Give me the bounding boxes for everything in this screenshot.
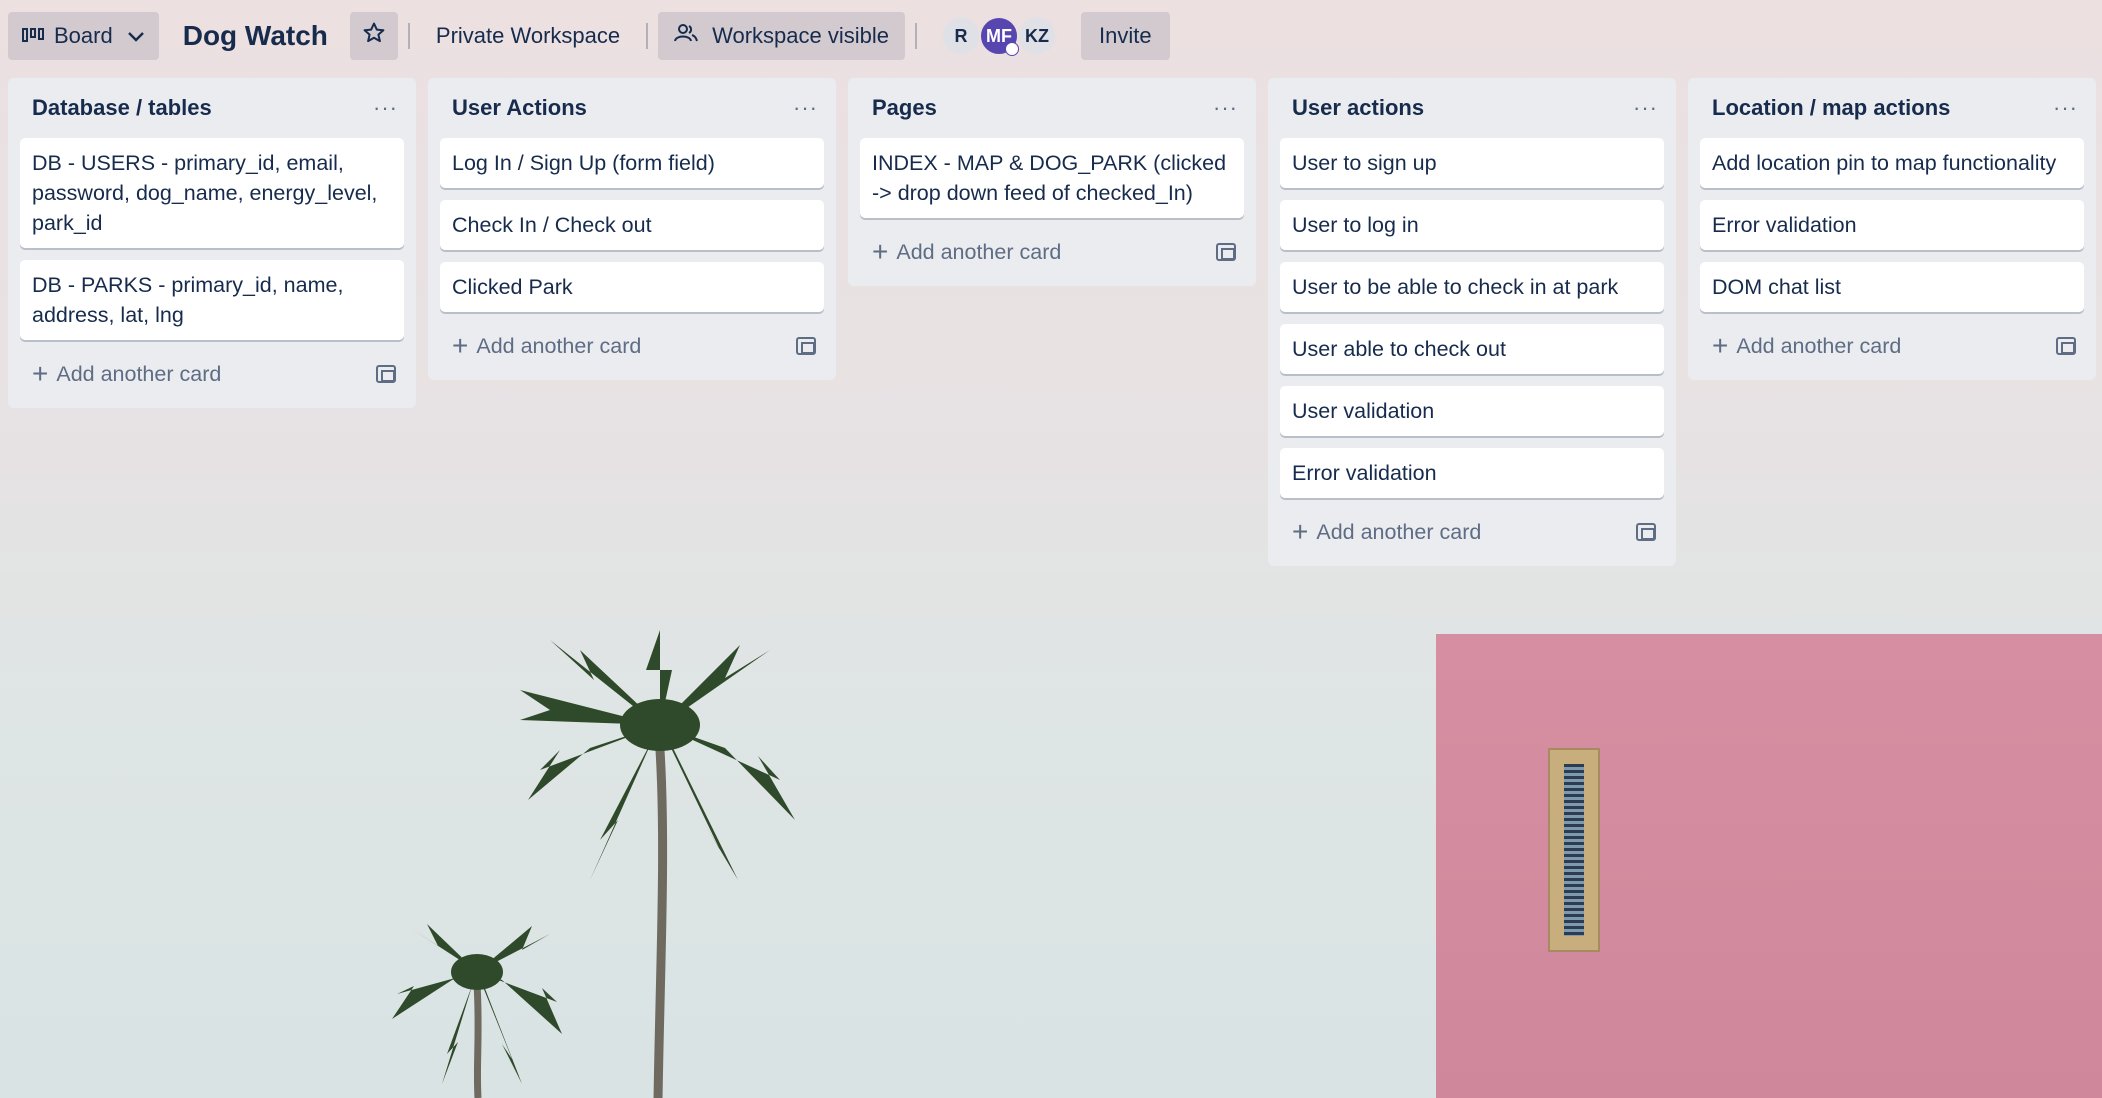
card[interactable]: Check In / Check out <box>440 200 824 250</box>
header-divider <box>407 23 410 49</box>
list-menu-icon[interactable]: ··· <box>373 95 398 121</box>
list-header: User actions ··· <box>1280 78 1664 138</box>
list-menu-icon[interactable]: ··· <box>2053 95 2078 121</box>
card[interactable]: Add location pin to map functionality <box>1700 138 2084 188</box>
board-header: Board Dog Watch Private Workspace Worksp… <box>0 0 2102 72</box>
list-menu-icon[interactable]: ··· <box>793 95 818 121</box>
list-header: Database / tables ··· <box>20 78 404 138</box>
card[interactable]: User to sign up <box>1280 138 1664 188</box>
member-avatar[interactable]: KZ <box>1017 16 1057 56</box>
add-card-button[interactable]: + Add another card <box>1712 332 1901 360</box>
board-lists: Database / tables ··· DB - USERS - prima… <box>8 78 2096 566</box>
visibility-button[interactable]: Workspace visible <box>658 12 905 60</box>
visibility-label: Workspace visible <box>712 23 889 48</box>
list-header: User Actions ··· <box>440 78 824 138</box>
card-template-icon[interactable] <box>1216 243 1236 261</box>
list-title[interactable]: User actions <box>1292 95 1424 121</box>
pink-wall <box>1436 634 2102 1098</box>
header-divider <box>915 23 917 49</box>
add-card-label: Add another card <box>896 239 1062 264</box>
list-title[interactable]: User Actions <box>452 95 587 121</box>
card[interactable]: INDEX - MAP & DOG_PARK (clicked -> drop … <box>860 138 1244 218</box>
add-card-row: + Add another card <box>1700 324 2084 368</box>
add-card-label: Add another card <box>1736 333 1902 358</box>
palm-tree-large <box>520 630 795 1098</box>
list-title[interactable]: Pages <box>872 95 937 121</box>
card[interactable]: User to log in <box>1280 200 1664 250</box>
add-card-row: + Add another card <box>20 352 404 396</box>
plus-icon: + <box>872 236 889 267</box>
card[interactable]: Clicked Park <box>440 262 824 312</box>
star-button[interactable] <box>349 12 398 60</box>
member-avatar-admin[interactable]: MF <box>979 16 1019 56</box>
board-members: R MF KZ <box>941 16 1057 56</box>
header-divider <box>646 23 649 49</box>
card[interactable]: DB - PARKS - primary_id, name, address, … <box>20 260 404 340</box>
card[interactable]: DOM chat list <box>1700 262 2084 312</box>
plus-icon: + <box>1712 330 1729 361</box>
add-card-row: + Add another card <box>860 230 1244 274</box>
card[interactable]: Error validation <box>1280 448 1664 498</box>
workspace-button[interactable]: Private Workspace <box>420 12 636 60</box>
list-pages: Pages ··· INDEX - MAP & DOG_PARK (clicke… <box>848 78 1256 286</box>
card[interactable]: User to be able to check in at park <box>1280 262 1664 312</box>
list-menu-icon[interactable]: ··· <box>1633 95 1658 121</box>
view-switcher-button[interactable]: Board <box>8 12 159 60</box>
card[interactable]: User able to check out <box>1280 324 1664 374</box>
plus-icon: + <box>32 358 49 389</box>
add-card-row: + Add another card <box>1280 510 1664 554</box>
list-title[interactable]: Database / tables <box>32 95 212 121</box>
add-card-row: + Add another card <box>440 324 824 368</box>
plus-icon: + <box>452 330 469 361</box>
card-template-icon[interactable] <box>796 337 816 355</box>
list-menu-icon[interactable]: ··· <box>1213 95 1238 121</box>
list-database-tables: Database / tables ··· DB - USERS - prima… <box>8 78 416 408</box>
invite-button[interactable]: Invite <box>1081 12 1170 60</box>
list-header: Pages ··· <box>860 78 1244 138</box>
card[interactable]: Log In / Sign Up (form field) <box>440 138 824 188</box>
add-card-label: Add another card <box>476 333 642 358</box>
list-header: Location / map actions ··· <box>1700 78 2084 138</box>
card[interactable]: DB - USERS - primary_id, email, password… <box>20 138 404 248</box>
list-user-actions-2: User actions ··· User to sign up User to… <box>1268 78 1676 566</box>
add-card-label: Add another card <box>1316 519 1482 544</box>
list-user-actions: User Actions ··· Log In / Sign Up (form … <box>428 78 836 380</box>
card[interactable]: User validation <box>1280 386 1664 436</box>
card-template-icon[interactable] <box>1636 523 1656 541</box>
add-card-button[interactable]: + Add another card <box>1292 518 1481 546</box>
view-switcher-label: Board <box>54 23 113 48</box>
card-template-icon[interactable] <box>376 365 396 383</box>
board-title[interactable]: Dog Watch <box>183 20 328 52</box>
member-avatar[interactable]: R <box>941 16 981 56</box>
add-card-label: Add another card <box>56 361 222 386</box>
card-template-icon[interactable] <box>2056 337 2076 355</box>
list-title[interactable]: Location / map actions <box>1712 95 1950 121</box>
list-location-map-actions: Location / map actions ··· Add location … <box>1688 78 2096 380</box>
add-card-button[interactable]: + Add another card <box>452 332 641 360</box>
add-card-button[interactable]: + Add another card <box>32 360 221 388</box>
star-icon <box>362 21 386 51</box>
palm-tree-small <box>392 924 562 1098</box>
admin-badge-icon <box>1005 42 1019 56</box>
wall-window <box>1548 748 1600 952</box>
people-icon <box>674 23 699 49</box>
add-card-button[interactable]: + Add another card <box>872 238 1061 266</box>
board-icon <box>22 23 44 49</box>
card[interactable]: Error validation <box>1700 200 2084 250</box>
plus-icon: + <box>1292 516 1309 547</box>
chevron-down-icon <box>127 23 145 49</box>
